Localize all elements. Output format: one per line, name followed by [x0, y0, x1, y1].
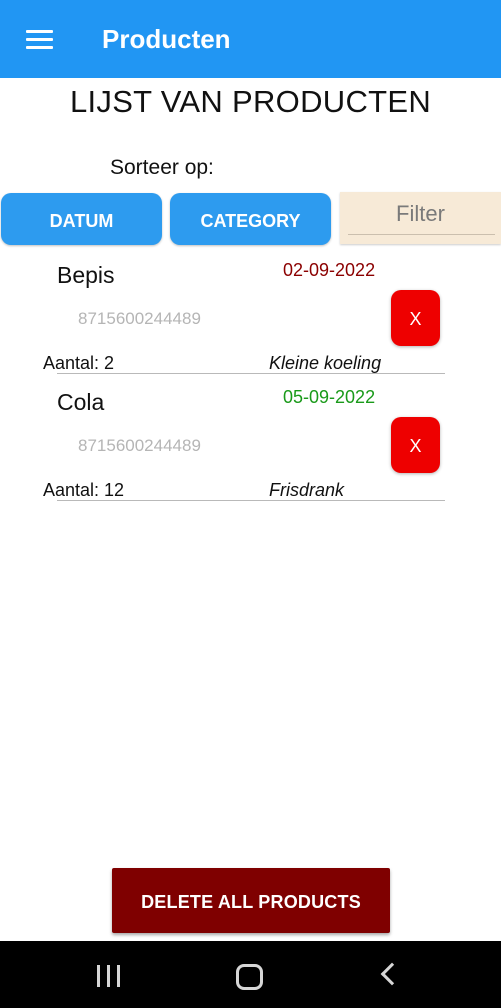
product-quantity: Aantal: 12: [43, 480, 125, 500]
filter-input[interactable]: [340, 192, 501, 236]
app-bar: Producten: [0, 0, 501, 78]
filter-underline: [348, 234, 495, 235]
product-name: Bepis: [57, 262, 115, 288]
item-divider: [57, 500, 445, 501]
product-date: 05-09-2022: [283, 387, 376, 407]
delete-all-products-button[interactable]: DELETE ALL PRODUCTS: [112, 868, 390, 933]
hamburger-menu-icon[interactable]: [26, 30, 54, 50]
product-date: 02-09-2022: [283, 260, 376, 280]
sort-by-category-button[interactable]: CATEGORY: [170, 193, 331, 245]
product-name: Cola: [57, 389, 105, 415]
product-category: Kleine koeling: [269, 353, 382, 373]
home-icon[interactable]: [236, 964, 263, 990]
product-barcode: 8715600244489: [78, 309, 201, 328]
product-barcode: 8715600244489: [78, 436, 201, 455]
back-icon[interactable]: [380, 962, 404, 986]
sort-label: Sorteer op:: [110, 156, 214, 179]
product-item: Bepis 02-09-2022 8715600244489 X Aantal:…: [0, 250, 501, 377]
product-quantity: Aantal: 2: [43, 353, 115, 373]
item-divider: [57, 373, 445, 374]
page-title: LIJST VAN PRODUCTEN: [69, 84, 432, 119]
filter-field: [340, 192, 501, 244]
delete-product-button[interactable]: X: [391, 417, 440, 473]
app-bar-title: Producten: [102, 24, 231, 54]
product-item: Cola 05-09-2022 8715600244489 X Aantal: …: [0, 377, 501, 504]
system-nav-bar: [0, 941, 501, 1008]
product-category: Frisdrank: [269, 480, 345, 500]
delete-product-button[interactable]: X: [391, 290, 440, 346]
recents-icon[interactable]: [97, 965, 123, 987]
sort-by-date-button[interactable]: DATUM: [1, 193, 162, 245]
